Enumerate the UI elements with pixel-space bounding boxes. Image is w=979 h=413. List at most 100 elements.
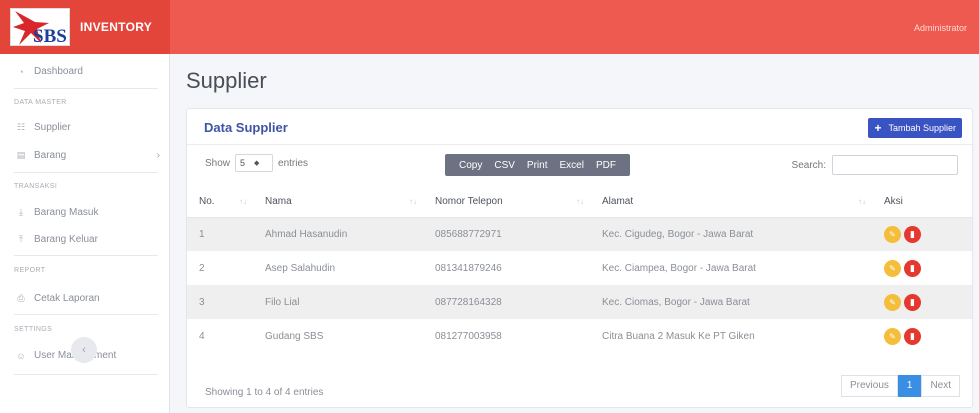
add-supplier-button[interactable]: + Tambah Supplier [868,118,962,138]
sidebar-item-barang-masuk[interactable]: ⤓ Barang Masuk [14,207,160,218]
entries-label: entries [278,157,309,169]
logo: SBS [10,8,70,46]
sidebar: ◔ Dashboard DATA MASTER ☷ Supplier ▤ Bar… [0,54,170,413]
cell-alamat: Citra Buana 2 Masuk Ke PT Giken [590,319,872,353]
trash-icon[interactable]: ▮ [904,225,921,243]
cell-nama: Filo Lial [253,285,423,319]
cell-aksi: ✎ ▮ [872,319,972,353]
section-heading: REPORT [14,267,46,274]
cell-aksi: ✎ ▮ [872,251,972,285]
divider [14,314,158,315]
users-icon: ☷ [16,122,26,132]
copy-button[interactable]: Copy [459,160,482,171]
cell-telepon: 081277003958 [423,319,590,353]
sidebar-item-barang-keluar[interactable]: ⤒ Barang Keluar [14,234,160,245]
print-button[interactable]: Print [527,160,548,171]
sidebar-item-dashboard[interactable]: ◔ Dashboard [14,66,160,77]
divider [14,255,158,256]
cell-no: 3 [187,285,253,319]
column-header-no[interactable]: No. ↑↓ [187,187,253,218]
show-label: Show [205,157,231,169]
page-button-1[interactable]: 1 [897,375,922,397]
supplier-table: No. ↑↓ Nama ↑↓ Nomor Telepon ↑↓ Alamat ↑↓ Ak… [187,187,972,353]
sidebar-item-label: Cetak Laporan [34,293,100,304]
edit-icon[interactable]: ✎ [884,225,901,243]
divider [14,374,158,375]
section-heading: TRANSAKSI [14,183,58,190]
page-length-select[interactable]: 5 ◆ [235,154,274,172]
sidebar-item-cetak-laporan[interactable]: ⎙ Cetak Laporan [14,293,160,304]
page-title: Supplier [186,68,267,93]
column-header-alamat[interactable]: Alamat ↑↓ [590,187,872,218]
sidebar-item-barang[interactable]: ▤ Barang › [14,150,160,161]
trash-icon[interactable]: ▮ [904,259,921,277]
sort-icon: ↑↓ [239,197,247,206]
cell-telepon: 081341879246 [423,251,590,285]
trash-icon[interactable]: ▮ [904,293,921,311]
brand[interactable]: SBS INVENTORY [0,0,170,54]
card-title: Data Supplier [204,120,288,135]
supplier-card: Data Supplier + Tambah Supplier Show 5 ◆… [186,108,973,408]
csv-button[interactable]: CSV [494,160,515,171]
svg-text:SBS: SBS [33,26,67,46]
sidebar-item-label: Supplier [34,122,71,133]
column-header-nama[interactable]: Nama ↑↓ [253,187,423,218]
column-header-telepon[interactable]: Nomor Telepon ↑↓ [423,187,590,218]
cell-telepon: 085688772971 [423,217,590,251]
top-navbar: SBS INVENTORY Administrator [0,0,979,54]
table-row: 2 Asep Salahudin 081341879246 Kec. Ciamp… [187,251,972,285]
page-length-control: Show 5 ◆ entries [205,154,308,172]
dashboard-icon: ◔ [18,66,24,77]
column-header-aksi: Aksi [872,187,972,218]
search-input[interactable] [832,155,958,175]
section-heading: SETTINGS [14,326,53,333]
upload-icon: ⤒ [19,234,23,244]
next-button[interactable]: Next [921,375,960,397]
printer-icon: ⎙ [17,293,25,303]
excel-button[interactable]: Excel [559,160,583,171]
pagination: Previous 1 Next [840,375,960,397]
section-heading: DATA MASTER [14,99,67,106]
trash-icon[interactable]: ▮ [904,327,921,345]
sort-icon: ↑↓ [409,197,417,206]
search-control: Search: [792,155,958,175]
edit-icon[interactable]: ✎ [884,293,901,311]
sidebar-item-label: Dashboard [34,66,83,77]
cell-aksi: ✎ ▮ [872,217,972,251]
cell-telepon: 087728164328 [423,285,590,319]
add-supplier-label: Tambah Supplier [888,123,956,133]
card-header: Data Supplier + Tambah Supplier [187,109,972,145]
brand-name: INVENTORY [80,20,153,34]
table-row: 3 Filo Lial 087728164328 Kec. Ciomas, Bo… [187,285,972,319]
sidebar-item-label: Barang Keluar [34,234,98,245]
export-button-group: Copy CSV Print Excel PDF [445,154,630,176]
cell-no: 1 [187,217,253,251]
divider [14,88,158,89]
logo-mark: SBS [13,11,67,46]
sidebar-collapse-button[interactable]: ‹ [71,337,97,363]
cell-no: 2 [187,251,253,285]
sidebar-item-supplier[interactable]: ☷ Supplier [14,122,160,133]
download-icon: ⤓ [19,207,23,217]
table-row: 1 Ahmad Hasanudin 085688772971 Kec. Cigu… [187,217,972,251]
cell-alamat: Kec. Ciomas, Bogor - Jawa Barat [590,285,872,319]
pdf-button[interactable]: PDF [596,160,616,171]
previous-button[interactable]: Previous [840,375,898,397]
sidebar-item-label: Barang Masuk [34,207,99,218]
table-row: 4 Gudang SBS 081277003958 Citra Buana 2 … [187,319,972,353]
cell-nama: Ahmad Hasanudin [253,217,423,251]
sort-caret-icon: ◆ [254,160,260,167]
cell-aksi: ✎ ▮ [872,285,972,319]
edit-icon[interactable]: ✎ [884,259,901,277]
sort-icon: ↑↓ [858,197,866,206]
user-menu[interactable]: Administrator [914,23,967,33]
edit-icon[interactable]: ✎ [884,327,901,345]
page-length-value: 5 [240,158,246,168]
divider [14,172,158,173]
box-icon: ▤ [16,150,26,160]
sidebar-item-label: Barang [34,150,67,161]
sort-icon: ↑↓ [576,197,584,206]
chevron-right-icon: › [156,150,160,161]
cell-nama: Asep Salahudin [253,251,423,285]
table-header-row: No. ↑↓ Nama ↑↓ Nomor Telepon ↑↓ Alamat ↑↓ Ak… [187,187,972,218]
